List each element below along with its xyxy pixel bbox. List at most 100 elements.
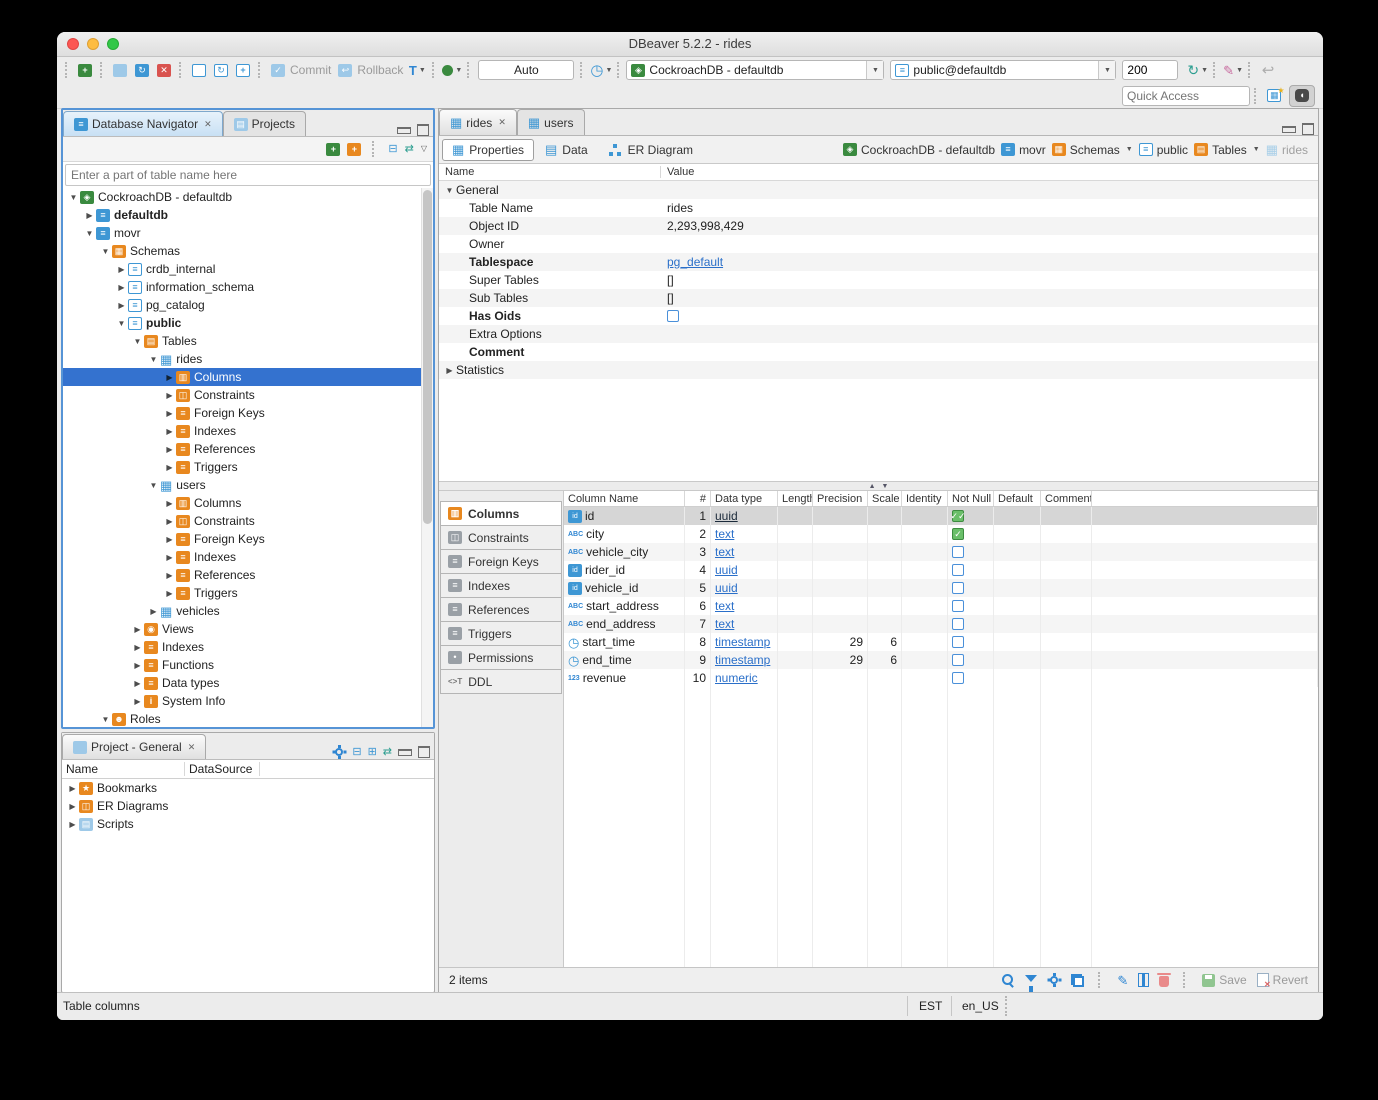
close-icon[interactable]: ✕ [188, 742, 196, 753]
property-row[interactable]: Owner [439, 235, 1318, 253]
table-filter-input[interactable] [65, 164, 431, 186]
collapse-all-icon[interactable]: ⊟ [352, 747, 361, 758]
datatype-link[interactable]: uuid [715, 509, 738, 523]
disconnect-icon[interactable] [154, 60, 174, 80]
not-null-checkbox[interactable]: ✓ [952, 528, 964, 540]
datatype-link[interactable]: text [715, 545, 734, 559]
property-row[interactable]: Comment [439, 343, 1318, 361]
side-tab-ddl[interactable]: <>TDDL [440, 669, 562, 694]
not-null-checkbox[interactable] [952, 564, 964, 576]
tree-item-table[interactable]: ▦users [63, 476, 433, 494]
col-header-identity[interactable]: Identity [902, 491, 948, 506]
column-row[interactable]: idrider_id 4 uuid [564, 561, 1318, 579]
col-header-datatype[interactable]: Data type [711, 491, 778, 506]
col-header-comment[interactable]: Comment [1041, 491, 1092, 506]
recent-sql-editor-icon[interactable] [211, 60, 231, 80]
close-icon[interactable]: ✕ [204, 119, 212, 130]
filter-icon[interactable] [1025, 975, 1037, 982]
view-menu-icon[interactable]: ▽ [421, 145, 427, 153]
not-null-checkbox[interactable] [952, 618, 964, 630]
tree-item-table[interactable]: ▦rides [63, 350, 433, 368]
tree-item-table[interactable]: ▦vehicles [63, 602, 433, 620]
tree-item-database[interactable]: movr [63, 224, 433, 242]
column-row[interactable]: ABCstart_address 6 text [564, 597, 1318, 615]
side-tab-indexes[interactable]: Indexes [440, 573, 562, 597]
breadcrumb-schema[interactable]: public [1139, 143, 1188, 157]
datatype-link[interactable]: timestamp [715, 653, 770, 667]
tab-rides[interactable]: ▦ rides ✕ [439, 109, 517, 135]
tree-item-constraints[interactable]: Constraints [63, 386, 433, 404]
datatype-link[interactable]: uuid [715, 581, 738, 595]
connect-icon[interactable] [110, 60, 130, 80]
tree-item-constraints[interactable]: Constraints [63, 512, 433, 530]
column-row[interactable]: ABCcity 2 text ✓ [564, 525, 1318, 543]
not-null-checkbox[interactable] [952, 636, 964, 648]
collapse-all-icon[interactable]: ⊟ [388, 144, 397, 155]
breadcrumb-tables[interactable]: Tables▼ [1194, 143, 1260, 157]
breadcrumb-connection[interactable]: CockroachDB - defaultdb [843, 143, 995, 157]
settings-icon[interactable] [1047, 973, 1061, 987]
back-icon[interactable]: ↩ [1258, 60, 1278, 80]
rollback-label[interactable]: Rollback [357, 63, 403, 77]
tree-item-functions[interactable]: Functions [63, 656, 433, 674]
property-row[interactable]: Has Oids [439, 307, 1318, 325]
not-null-checkbox[interactable] [952, 582, 964, 594]
columns-config-icon[interactable] [1138, 973, 1149, 987]
delete-icon[interactable] [1159, 976, 1169, 987]
close-icon[interactable]: ✕ [498, 117, 506, 128]
refresh-icon[interactable]: ↻▼ [1187, 60, 1208, 80]
timezone-indicator[interactable]: EST [919, 999, 942, 1013]
side-tab-triggers[interactable]: Triggers [440, 621, 562, 645]
project-item-bookmarks[interactable]: Bookmarks [62, 779, 434, 797]
dbeaver-perspective-icon[interactable]: ◖ [1289, 85, 1315, 107]
breadcrumb-schemas[interactable]: Schemas▼ [1052, 143, 1133, 157]
col-header-precision[interactable]: Precision [813, 491, 868, 506]
tree-item-foreign-keys[interactable]: Foreign Keys [63, 530, 433, 548]
tree-item-indexes[interactable]: Indexes [63, 548, 433, 566]
side-tab-permissions[interactable]: •Permissions [440, 645, 562, 669]
not-null-checkbox[interactable] [952, 654, 964, 666]
commit-icon[interactable] [268, 60, 288, 80]
debug-icon[interactable]: ▼ [442, 60, 462, 80]
tree-item-system-info[interactable]: System Info [63, 692, 433, 710]
maximize-panel-icon[interactable] [418, 746, 430, 758]
tree-item-schema[interactable]: public [63, 314, 433, 332]
datatype-link[interactable]: numeric [715, 671, 758, 685]
config-layers-icon[interactable] [1071, 974, 1084, 987]
not-null-checkbox[interactable] [952, 600, 964, 612]
edit-icon[interactable]: ✎ [1117, 974, 1128, 987]
not-null-checkbox[interactable]: ✓ [952, 510, 964, 522]
tree-item-schema[interactable]: pg_catalog [63, 296, 433, 314]
tree-scrollbar[interactable] [421, 188, 433, 727]
format-icon[interactable]: ✎▼ [1223, 60, 1243, 80]
column-row[interactable]: ABCend_address 7 text [564, 615, 1318, 633]
history-icon[interactable]: ◷▼ [590, 60, 612, 80]
side-tab-constraints[interactable]: Constraints [440, 525, 562, 549]
link-with-editor-icon[interactable]: ⇄ [383, 747, 392, 758]
maximize-panel-icon[interactable] [417, 124, 429, 136]
column-row[interactable]: ◷start_time 8 timestamp 296 [564, 633, 1318, 651]
datatype-link[interactable]: text [715, 527, 734, 541]
col-header-default[interactable]: Default [994, 491, 1041, 506]
tree-item-foreign-keys[interactable]: Foreign Keys [63, 404, 433, 422]
tree-item-references[interactable]: References [63, 440, 433, 458]
col-header-length[interactable]: Length [778, 491, 813, 506]
breadcrumb-database[interactable]: movr [1001, 143, 1046, 157]
splitter-handle[interactable]: ▲▼ [439, 481, 1318, 491]
tab-properties[interactable]: ▦ Properties [442, 139, 534, 161]
new-connection-icon[interactable] [75, 60, 95, 80]
commit-mode-combo[interactable]: Auto [478, 60, 574, 80]
col-header-number[interactable]: # [685, 491, 711, 506]
property-group[interactable]: Statistics [439, 361, 1318, 379]
column-row[interactable]: 123revenue 10 numeric [564, 669, 1318, 687]
tree-item-views[interactable]: Views [63, 620, 433, 638]
column-header-name[interactable]: Name [62, 762, 185, 776]
tab-users[interactable]: ▦ users [517, 109, 585, 135]
tablespace-link[interactable]: pg_default [667, 255, 723, 269]
quick-access-input[interactable] [1122, 86, 1250, 106]
commit-label[interactable]: Commit [290, 63, 331, 77]
tree-item-schemas[interactable]: Schemas [63, 242, 433, 260]
column-row[interactable]: idvehicle_id 5 uuid [564, 579, 1318, 597]
tab-projects[interactable]: Projects [223, 111, 306, 136]
minimize-panel-icon[interactable] [1282, 126, 1296, 133]
